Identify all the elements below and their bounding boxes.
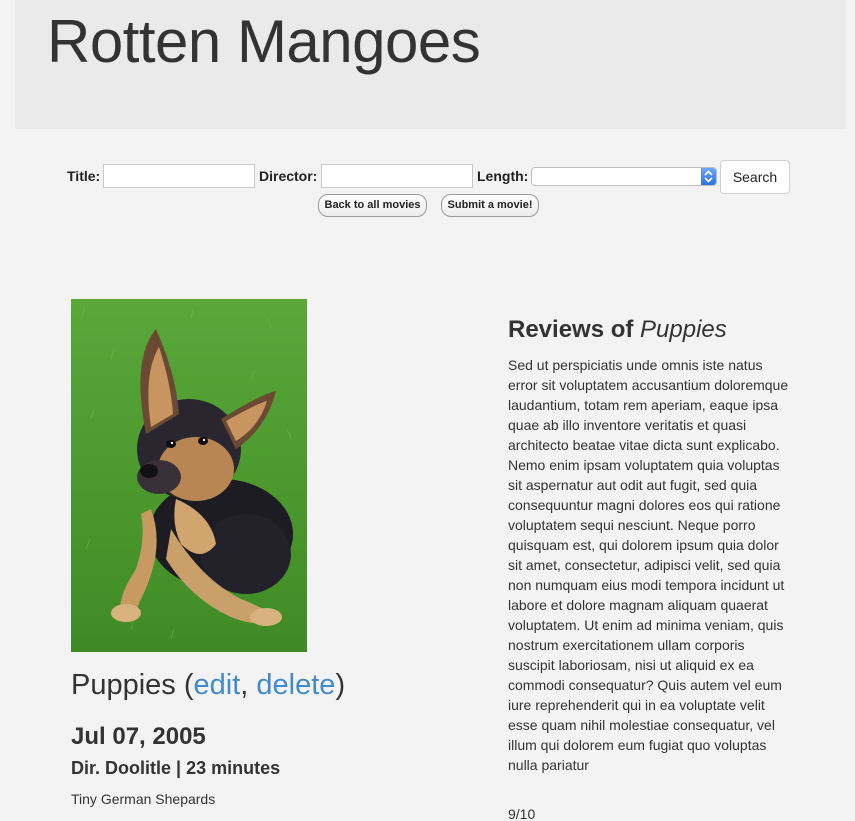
page: Rotten Mangoes Title: Director: Length: …	[0, 0, 855, 821]
submit-movie-button[interactable]: Submit a movie!	[441, 194, 539, 217]
length-select[interactable]	[531, 167, 717, 186]
back-to-all-movies-button[interactable]: Back to all movies	[318, 194, 427, 217]
release-date: Jul 07, 2005	[71, 723, 206, 750]
movie-heading: Puppies (edit, delete)	[71, 669, 346, 701]
movie-poster	[71, 299, 307, 652]
runtime: 23 minutes	[186, 758, 281, 778]
separator: |	[171, 758, 187, 778]
select-arrows-icon	[701, 168, 716, 185]
puppy-photo-icon	[71, 299, 307, 652]
reviews-movie-title: Puppies	[640, 316, 727, 343]
movie-description: Tiny German Shepards	[71, 791, 216, 807]
edit-link[interactable]: edit	[194, 669, 241, 701]
review-rating: 9/10	[508, 806, 536, 821]
search-button[interactable]: Search	[720, 160, 790, 194]
search-form: Title: Director: Length: Search Back to …	[0, 0, 855, 230]
title-label: Title:	[67, 168, 101, 184]
title-input[interactable]	[103, 164, 255, 188]
delete-link[interactable]: delete	[256, 669, 335, 701]
reviews-heading-prefix: Reviews of	[508, 316, 641, 343]
director-name: Doolitle	[105, 758, 172, 778]
director-runtime-line: Dir. Doolitle | 23 minutes	[71, 758, 280, 779]
director-prefix: Dir.	[71, 758, 106, 778]
director-input[interactable]	[321, 164, 473, 188]
length-label: Length:	[477, 168, 529, 184]
reviews-heading: Reviews of Puppies	[508, 316, 727, 344]
review-text: Sed ut perspiciatis unde omnis iste natu…	[508, 357, 789, 773]
director-label: Director:	[259, 168, 318, 184]
movie-title: Puppies	[71, 669, 176, 701]
